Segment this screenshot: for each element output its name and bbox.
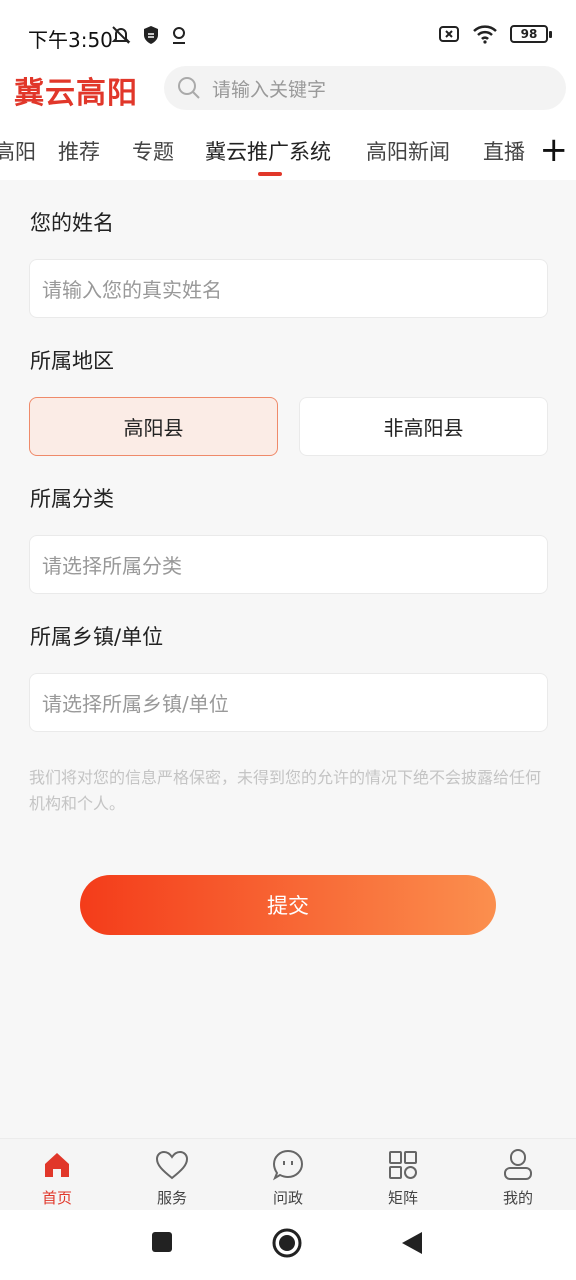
region-label: 所属地区 <box>30 349 114 373</box>
tabbar-label-home: 首页 <box>41 1189 72 1207</box>
app-header: 冀云高阳 请输入关键字 <box>0 64 576 116</box>
region-option-gaoyang[interactable]: 高阳县 <box>29 397 278 456</box>
chat-icon <box>272 1149 304 1181</box>
app-logo[interactable]: 冀云高阳 <box>14 68 138 112</box>
tabbar-item-home[interactable]: 首页 <box>22 1147 92 1208</box>
tab-topics[interactable]: 专题 <box>132 136 174 166</box>
mute-notification-icon <box>111 26 131 44</box>
tab-gaoyang-news[interactable]: 高阳新闻 <box>366 136 450 166</box>
back-icon[interactable] <box>400 1230 424 1256</box>
recent-apps-icon[interactable] <box>150 1230 174 1254</box>
home-icon <box>45 1153 69 1177</box>
tabbar-item-inquiry[interactable]: 问政 <box>253 1147 323 1208</box>
tabbar-label-service: 服务 <box>156 1189 187 1207</box>
tabbar-label-matrix: 矩阵 <box>387 1189 418 1207</box>
tabbar-item-matrix[interactable]: 矩阵 <box>368 1147 438 1208</box>
submit-button[interactable]: 提交 <box>80 875 496 935</box>
sim-disabled-icon <box>439 26 459 42</box>
name-label: 您的姓名 <box>30 211 114 235</box>
battery-indicator: 98 <box>510 25 552 43</box>
battery-level: 98 <box>520 27 538 41</box>
tabbar-item-mine[interactable]: 我的 <box>483 1147 553 1208</box>
channel-tabs: 高阳 推荐 专题 冀云推广系统 高阳新闻 直播 + <box>0 116 576 180</box>
tabbar-label-inquiry: 问政 <box>272 1189 303 1207</box>
category-select[interactable]: 请选择所属分类 <box>29 535 548 594</box>
town-label: 所属乡镇/单位 <box>30 625 164 649</box>
town-placeholder: 请选择所属乡镇/单位 <box>42 692 229 716</box>
name-placeholder: 请输入您的真实姓名 <box>42 278 222 302</box>
system-navigation-bar <box>0 1210 576 1280</box>
town-select[interactable]: 请选择所属乡镇/单位 <box>29 673 548 732</box>
bottom-tab-bar: 首页 服务 问政 矩阵 我的 <box>0 1138 576 1210</box>
tabbar-label-mine: 我的 <box>502 1189 533 1207</box>
status-bar: 下午3:50 98 <box>0 0 576 64</box>
location-icon <box>173 27 185 44</box>
tab-recommend[interactable]: 推荐 <box>58 136 100 166</box>
region-option-non-gaoyang[interactable]: 非高阳县 <box>299 397 548 456</box>
tab-live[interactable]: 直播 <box>483 136 525 166</box>
wifi-icon <box>473 25 497 44</box>
privacy-note: 我们将对您的信息严格保密，未得到您的允许的情况下绝不会披露给任何机构和个人。 <box>29 768 542 813</box>
status-left-icons <box>110 24 188 46</box>
category-placeholder: 请选择所属分类 <box>42 554 182 578</box>
shield-icon <box>144 26 158 44</box>
user-icon <box>504 1149 532 1180</box>
search-bar[interactable]: 请输入关键字 <box>164 66 566 110</box>
status-time: 下午3:50 <box>28 28 113 52</box>
search-icon <box>178 77 200 99</box>
name-field[interactable]: 请输入您的真实姓名 <box>29 259 548 318</box>
grid-icon <box>389 1151 417 1179</box>
tab-gaoyang[interactable]: 高阳 <box>0 136 36 166</box>
tab-promotion-system[interactable]: 冀云推广系统 <box>205 136 331 166</box>
active-tab-indicator <box>258 172 282 176</box>
search-input[interactable]: 请输入关键字 <box>212 75 326 102</box>
home-circle-icon[interactable] <box>272 1228 302 1258</box>
status-right: 98 <box>438 24 552 44</box>
heart-icon <box>155 1150 189 1180</box>
add-channel-icon[interactable]: + <box>540 130 569 170</box>
category-label: 所属分类 <box>30 487 114 511</box>
tabbar-item-service[interactable]: 服务 <box>137 1147 207 1208</box>
